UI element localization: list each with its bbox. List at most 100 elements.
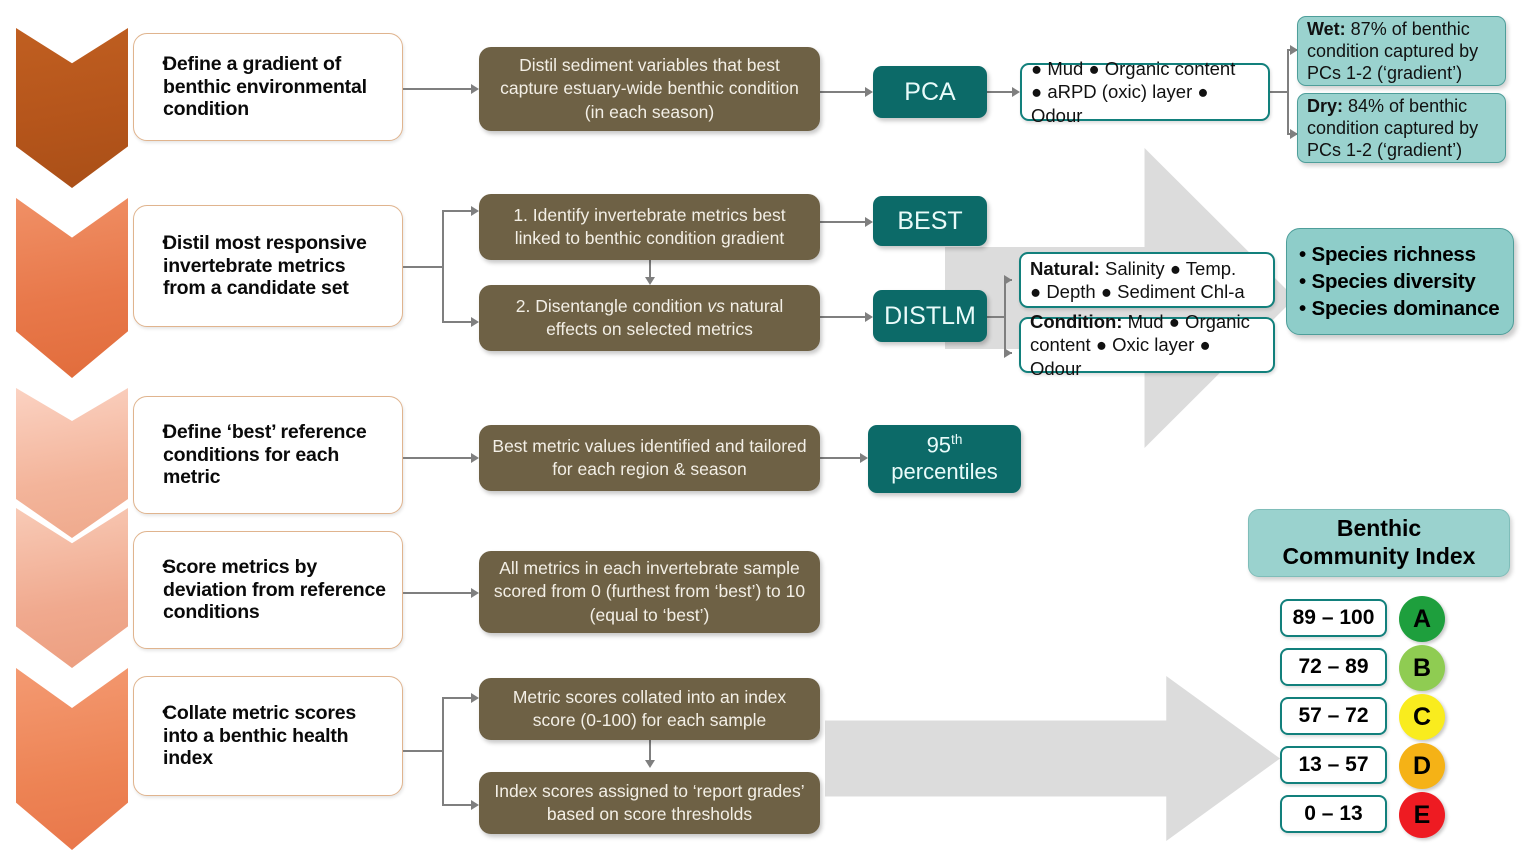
process-distil-sediment: Distil sediment variables that best capt…	[479, 47, 820, 131]
method-pca: PCA	[873, 66, 987, 118]
selected-metric-item: • Species dominance	[1299, 297, 1500, 321]
vars-condition-label: Condition:	[1030, 311, 1123, 333]
vars-condition-line2: content ● Oxic layer ● Odour	[1030, 334, 1211, 379]
connector-identify-to-disentangle	[649, 260, 651, 277]
stage-chevron-3	[16, 388, 128, 538]
stage-chevron-2	[16, 198, 128, 378]
process-identify-metrics: 1. Identify invertebrate metrics best li…	[479, 194, 820, 260]
bci-range-c: 57 – 72	[1280, 697, 1387, 735]
connector-bestvalues-to-percentiles	[820, 457, 860, 459]
process-metric-scores-collated-text: Metric scores collated into an index sco…	[512, 686, 787, 730]
method-percentiles-line2: percentiles	[891, 459, 998, 485]
connector-distil-to-pca	[820, 91, 865, 93]
method-best-label: BEST	[897, 206, 963, 235]
selected-metrics: • Species richness • Species diversity •…	[1286, 228, 1514, 335]
bci-range-d-text: 13 – 57	[1298, 753, 1369, 776]
stage-label-5-text: Collate metric scores into a benthic hea…	[148, 702, 392, 770]
arrowhead-distil-to-pca	[865, 87, 873, 97]
bci-grade-c-letter: C	[1412, 702, 1432, 731]
vars-natural: Natural: Salinity ● Temp. ● Depth ● Sedi…	[1019, 252, 1275, 308]
arrowhead-pca-to-vars	[1012, 87, 1020, 97]
stage-label-4-text: Score metrics by deviation from referenc…	[148, 556, 392, 624]
vars-natural-line1: Salinity ● Temp.	[1099, 257, 1237, 279]
bci-range-e: 0 – 13	[1280, 795, 1387, 833]
process-disentangle-text: 2. Disentangle condition vs natural effe…	[515, 295, 784, 339]
method-percentiles: 95th percentiles	[868, 425, 1021, 493]
connector-stage1-to-distil	[403, 88, 471, 90]
connector-identify-to-best	[820, 221, 865, 223]
connector-stage3-to-bestvalues	[403, 457, 471, 459]
bci-range-d: 13 – 57	[1280, 746, 1387, 784]
bci-range-a: 89 – 100	[1280, 599, 1387, 637]
connector-stage2-to-identify	[442, 210, 471, 212]
result-wet: Wet: 87% of benthic condition captured b…	[1297, 16, 1506, 86]
connector-distlm-split	[1004, 279, 1006, 353]
process-index-scores-assigned-text: Index scores assigned to ‘report grades’…	[494, 780, 805, 824]
arrowhead-identify-to-best	[865, 217, 873, 227]
process-best-metric-values-text: Best metric values identified and tailor…	[492, 435, 807, 479]
connector-stage2-split	[442, 210, 444, 322]
connector-vars-stub	[1270, 91, 1288, 93]
connector-stage5-to-collated	[442, 697, 471, 699]
bci-title-line1: Benthic	[1336, 515, 1422, 542]
stage-chevron-1	[16, 28, 128, 188]
stage-label-1: Define a gradient of benthic environment…	[133, 33, 403, 141]
arrowhead-stage5-to-assigned	[471, 800, 479, 810]
arrowhead-stage2-to-identify	[471, 206, 479, 216]
vars-natural-label: Natural:	[1030, 257, 1100, 279]
bci-grade-a-letter: A	[1412, 604, 1432, 633]
bci-grade-e: E	[1399, 792, 1445, 838]
stage-label-1-text: Define a gradient of benthic environment…	[148, 53, 392, 121]
vars-natural-line2: ● Depth ● Sediment Chl-a	[1030, 281, 1245, 302]
bci-grade-b: B	[1399, 645, 1445, 691]
bci-title-line2: Community Index	[1282, 543, 1476, 569]
flowchart-canvas: Define a gradient of benthic environment…	[0, 0, 1522, 856]
process-best-metric-values: Best metric values identified and tailor…	[479, 425, 820, 491]
arrowhead-identify-to-disentangle	[645, 277, 655, 285]
stage-label-2-text: Distil most responsive invertebrate metr…	[148, 232, 392, 300]
process-distil-sediment-text: Distil sediment variables that best capt…	[500, 55, 799, 122]
grey-arrow-index-to-bci	[825, 676, 1280, 841]
process-all-metrics-scored-text: All metrics in each invertebrate sample …	[493, 558, 806, 625]
bci-grade-b-letter: B	[1412, 653, 1432, 682]
result-dry-label: Dry:	[1307, 95, 1344, 116]
process-identify-metrics-text: 1. Identify invertebrate metrics best li…	[513, 204, 786, 248]
selected-metric-item: • Species diversity	[1299, 269, 1476, 293]
bci-range-e-text: 0 – 13	[1304, 802, 1363, 825]
connector-pca-to-vars	[987, 91, 1012, 93]
connector-stage5-out	[403, 750, 443, 752]
connector-stage4-to-scored	[403, 592, 471, 594]
arrowhead-stage5-to-collated	[471, 693, 479, 703]
connector-stage5-split	[442, 697, 444, 805]
bci-grade-e-letter: E	[1413, 800, 1431, 829]
arrowhead-stage4-to-scored	[471, 588, 479, 598]
method-pca-label: PCA	[904, 77, 956, 106]
connector-stage5-to-assigned	[442, 804, 471, 806]
bci-range-b-text: 72 – 89	[1298, 655, 1369, 678]
selected-metric-item: • Species richness	[1299, 242, 1476, 266]
bci-grade-a: A	[1399, 596, 1445, 642]
bci-range-b: 72 – 89	[1280, 648, 1387, 686]
connector-stage2-out	[403, 266, 443, 268]
vars-pca-inputs: ● Mud ● Organic content ● aRPD (oxic) la…	[1020, 58, 1270, 126]
bci-grade-d: D	[1399, 743, 1445, 789]
bci-grade-c: C	[1399, 694, 1445, 740]
connector-distlm-out	[987, 316, 1005, 318]
process-index-scores-assigned: Index scores assigned to ‘report grades’…	[479, 772, 820, 834]
arrowhead-to-condition	[1004, 348, 1012, 358]
arrowhead-stage2-to-disentangle	[471, 317, 479, 327]
process-all-metrics-scored: All metrics in each invertebrate sample …	[479, 551, 820, 633]
stage-label-2: Distil most responsive invertebrate metr…	[133, 205, 403, 327]
method-distlm-label: DISTLM	[884, 301, 976, 330]
process-disentangle: 2. Disentangle condition vs natural effe…	[479, 285, 820, 351]
bci-range-a-text: 89 – 100	[1292, 606, 1375, 629]
connector-stage2-to-disentangle	[442, 321, 471, 323]
stage-label-4: Score metrics by deviation from referenc…	[133, 531, 403, 649]
result-dry: Dry: 84% of benthic condition captured b…	[1297, 93, 1506, 163]
vars-pca-line2: ● aRPD (oxic) layer ● Odour	[1031, 81, 1209, 126]
method-distlm: DISTLM	[873, 290, 987, 342]
process-metric-scores-collated: Metric scores collated into an index sco…	[479, 678, 820, 740]
bci-grade-d-letter: D	[1412, 751, 1432, 780]
vars-pca-line1: ● Mud ● Organic content	[1031, 58, 1236, 80]
stage-label-5: Collate metric scores into a benthic hea…	[133, 676, 403, 796]
